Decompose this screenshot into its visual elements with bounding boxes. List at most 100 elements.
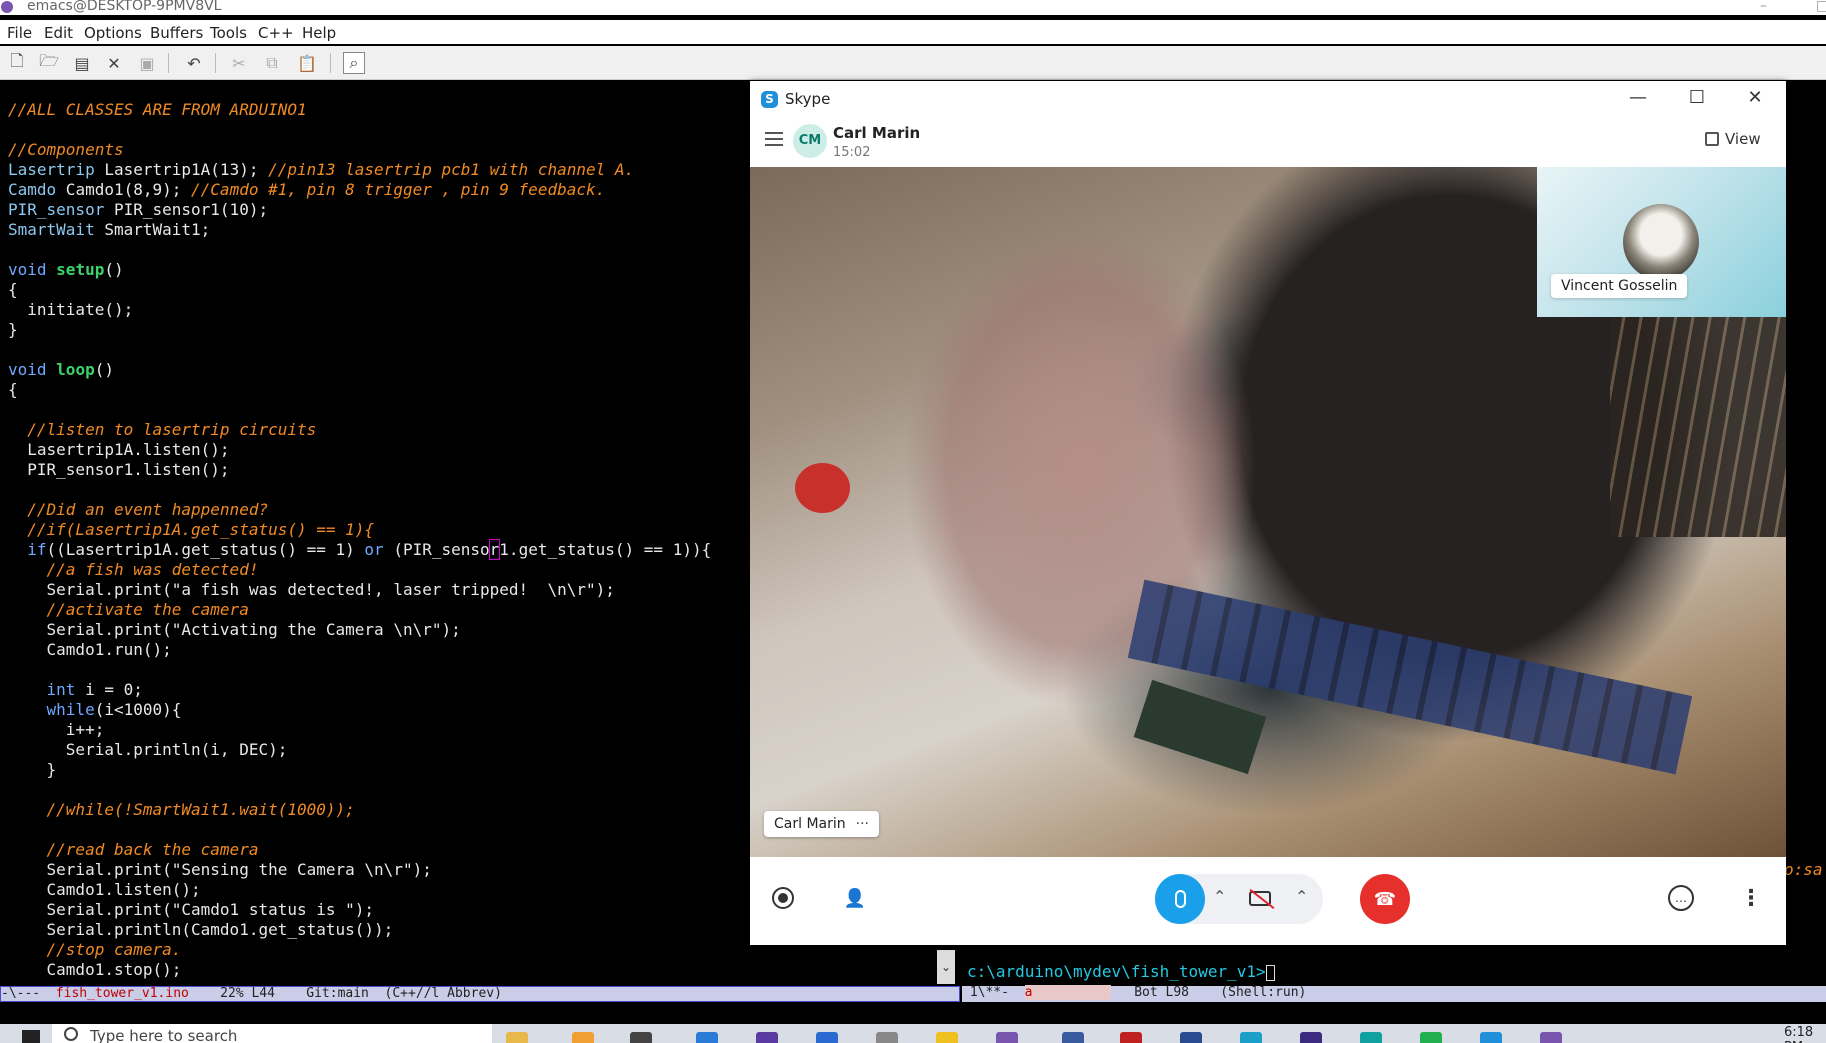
browser-icon[interactable] (1240, 1032, 1262, 1043)
record-icon[interactable] (772, 887, 794, 909)
chevron-up-icon[interactable]: ⌃ (1213, 887, 1226, 906)
skype-taskbar-icon[interactable] (1480, 1032, 1502, 1043)
modeline-buffer-name[interactable]: fish_tower_v1.ino (56, 986, 189, 1001)
more-vertical-icon[interactable]: ⋮ (1740, 885, 1762, 911)
close-icon[interactable]: ✕ (103, 52, 125, 74)
code-line[interactable]: initiate(); (8, 300, 711, 320)
code-line[interactable]: i++; (8, 720, 711, 740)
code-line[interactable] (8, 400, 711, 420)
code-line[interactable] (8, 340, 711, 360)
search-icon[interactable]: ⌕ (343, 52, 365, 74)
save-as-icon[interactable]: ▣ (136, 52, 158, 74)
close-window-icon[interactable]: □ (1816, 0, 1826, 13)
microphone-button[interactable] (1155, 874, 1205, 924)
menu-buffers[interactable]: Buffers (150, 24, 203, 42)
spotify-icon[interactable] (1420, 1032, 1442, 1043)
code-line[interactable]: PIR_sensor1.listen(); (8, 460, 711, 480)
code-line[interactable] (8, 480, 711, 500)
code-line[interactable]: Serial.print("Sensing the Camera \n\r"); (8, 860, 711, 880)
code-line[interactable]: Serial.println(Camdo1.get_status()); (8, 920, 711, 940)
code-line[interactable]: } (8, 760, 711, 780)
scroll-down-button[interactable]: ⌄ (937, 950, 955, 984)
view-button[interactable]: View (1705, 130, 1761, 148)
cut-icon[interactable]: ✂ (228, 52, 250, 74)
code-line[interactable]: while(i<1000){ (8, 700, 711, 720)
code-line[interactable]: PIR_sensor PIR_sensor1(10); (8, 200, 711, 220)
code-line[interactable]: Camdo Camdo1(8,9); //Camdo #1, pin 8 tri… (8, 180, 711, 200)
code-line[interactable] (8, 120, 711, 140)
maximize-icon[interactable]: ☐ (1682, 87, 1712, 108)
code-line[interactable] (8, 780, 711, 800)
code-line[interactable]: Serial.print("Activating the Camera \n\r… (8, 620, 711, 640)
menu-cpp[interactable]: C++ (258, 24, 294, 42)
code-line[interactable]: Lasertrip Lasertrip1A(13); //pin13 laser… (8, 160, 711, 180)
add-participant-icon[interactable]: 👤 (842, 885, 868, 911)
code-line[interactable]: //while(!SmartWait1.wait(1000)); (8, 800, 711, 820)
shell-prompt[interactable]: c:\arduino\mydev\fish_tower_v1> (967, 962, 1275, 981)
app-icon[interactable] (936, 1032, 958, 1043)
app-icon[interactable] (1360, 1032, 1382, 1043)
windows-start-icon[interactable] (22, 1030, 40, 1043)
app-icon[interactable] (572, 1032, 594, 1043)
code-line[interactable]: Serial.print("a fish was detected!, lase… (8, 580, 711, 600)
code-line[interactable]: Lasertrip1A.listen(); (8, 440, 711, 460)
app-icon[interactable] (696, 1032, 718, 1043)
app-icon[interactable] (1062, 1032, 1084, 1043)
menu-tools[interactable]: Tools (210, 24, 247, 42)
chevron-up-icon[interactable]: ⌃ (1295, 887, 1308, 906)
code-line[interactable]: //if(Lasertrip1A.get_status() == 1){ (8, 520, 711, 540)
menu-file[interactable]: File (7, 24, 32, 42)
minimize-icon[interactable]: — (1623, 87, 1653, 108)
code-line[interactable]: } (8, 320, 711, 340)
code-line[interactable]: if((Lasertrip1A.get_status() == 1) or (P… (8, 539, 711, 560)
app-icon[interactable] (816, 1032, 838, 1043)
app-icon[interactable] (876, 1032, 898, 1043)
visual-studio-icon[interactable] (756, 1032, 778, 1043)
contact-avatar[interactable]: CM (793, 124, 827, 158)
close-icon[interactable]: ✕ (1740, 87, 1770, 108)
code-line[interactable] (8, 240, 711, 260)
code-line[interactable]: //listen to lasertrip circuits (8, 420, 711, 440)
code-line[interactable]: //Components (8, 140, 711, 160)
code-line[interactable] (8, 660, 711, 680)
emacs-taskbar-icon[interactable] (996, 1032, 1018, 1043)
app-icon[interactable] (1540, 1032, 1562, 1043)
new-file-icon[interactable]: 🗋 (6, 51, 28, 74)
code-line[interactable]: { (8, 380, 711, 400)
hang-up-button[interactable]: ☎ (1360, 874, 1410, 924)
code-line[interactable]: void loop() (8, 360, 711, 380)
taskbar-clock[interactable]: 6:18 PM (1784, 1025, 1826, 1043)
taskbar-search[interactable]: Type here to search (52, 1024, 492, 1043)
modeline-editor[interactable]: -\--- fish_tower_v1.ino 22% L44 Git:main… (0, 986, 960, 1002)
save-icon[interactable]: ▤ (71, 52, 93, 74)
chat-icon[interactable]: … (1668, 885, 1694, 911)
code-line[interactable]: //activate the camera (8, 600, 711, 620)
paste-icon[interactable]: 📋 (296, 52, 318, 74)
open-folder-icon[interactable]: 🗁 (38, 51, 60, 74)
copy-icon[interactable]: ⧉ (261, 52, 283, 74)
modeline-shell[interactable]: 1\**- a Bot L98 (Shell:run) (962, 985, 1826, 1002)
modeline-shell-buffer[interactable]: a (1024, 985, 1111, 1000)
code-line[interactable]: SmartWait SmartWait1; (8, 220, 711, 240)
remote-participant-tag[interactable]: Carl Marin ··· (764, 811, 879, 837)
code-line[interactable] (8, 820, 711, 840)
video-off-icon[interactable] (1247, 888, 1275, 910)
code-line[interactable]: Camdo1.stop(); (8, 960, 711, 980)
menu-help[interactable]: Help (302, 24, 336, 42)
menu-options[interactable]: Options (84, 24, 142, 42)
code-line[interactable]: //Did an event happenned? (8, 500, 711, 520)
file-explorer-icon[interactable] (506, 1032, 528, 1043)
code-line[interactable]: //stop camera. (8, 940, 711, 960)
code-line[interactable]: int i = 0; (8, 680, 711, 700)
menu-icon[interactable] (765, 132, 783, 146)
menu-edit[interactable]: Edit (44, 24, 73, 42)
code-line[interactable]: //read back the camera (8, 840, 711, 860)
code-line[interactable]: Serial.println(i, DEC); (8, 740, 711, 760)
code-line[interactable]: //ALL CLASSES ARE FROM ARDUINO1 (8, 100, 711, 120)
app-icon[interactable] (1180, 1032, 1202, 1043)
terminal-icon[interactable] (630, 1032, 652, 1043)
code-line[interactable]: { (8, 280, 711, 300)
minimize-icon[interactable]: – (1760, 0, 1767, 13)
code-line[interactable]: Camdo1.run(); (8, 640, 711, 660)
app-icon[interactable] (1120, 1032, 1142, 1043)
